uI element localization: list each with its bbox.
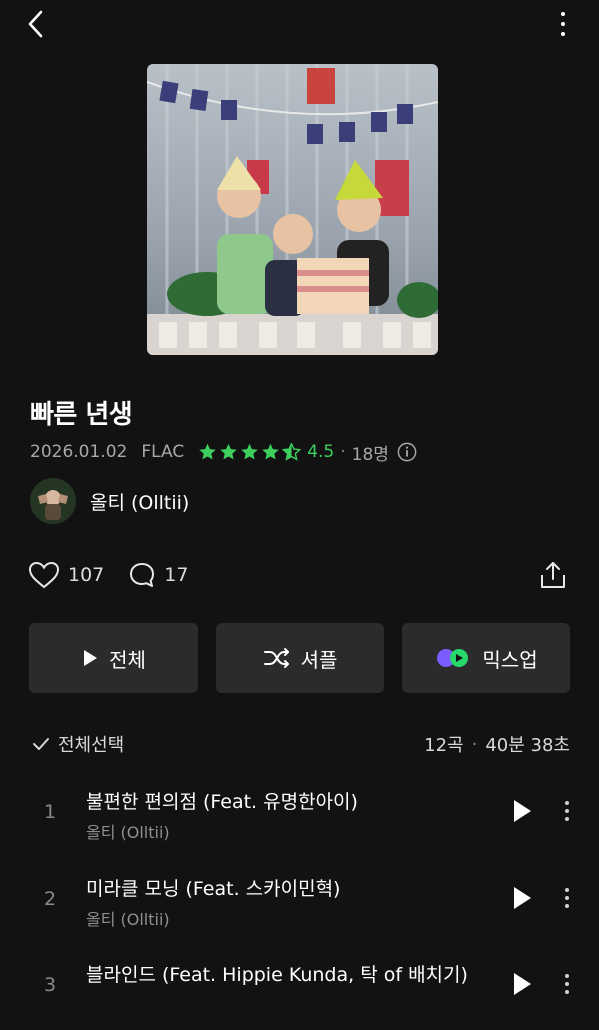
shuffle-label: 셔플 xyxy=(300,647,338,672)
track-number: 2 xyxy=(43,888,57,910)
play-all-button[interactable]: 전체 xyxy=(29,623,198,693)
track-play-button[interactable] xyxy=(509,797,535,825)
info-icon[interactable] xyxy=(397,442,417,462)
comment-icon[interactable] xyxy=(128,561,156,589)
track-title: 블라인드 (Feat. Hippie Kunda, 탁 of 배치기) xyxy=(86,964,468,986)
shuffle-button[interactable]: 셔플 xyxy=(216,623,384,693)
back-button[interactable] xyxy=(22,8,52,40)
rating-stars xyxy=(198,443,302,461)
shuffle-icon xyxy=(263,648,289,668)
track-artist: 올티 (Olltii) xyxy=(86,823,170,842)
comment-count: 17 xyxy=(164,564,189,586)
artist-name[interactable]: 올티 (Olltii) xyxy=(90,488,189,515)
rating-count: 18명 xyxy=(351,444,389,465)
top-bar xyxy=(0,0,599,48)
star-icon xyxy=(262,443,279,460)
track-more-button[interactable] xyxy=(556,970,578,998)
select-all-toggle[interactable]: 전체선택 xyxy=(32,731,124,757)
mixup-icon xyxy=(437,649,469,667)
track-more-button[interactable] xyxy=(556,797,578,825)
artist-row[interactable]: 올티 (Olltii) xyxy=(30,477,189,525)
track-row[interactable]: 2 미라클 모닝 (Feat. 스카이민혁) 올티 (Olltii) xyxy=(0,864,599,944)
heart-icon[interactable] xyxy=(28,561,60,589)
play-all-label: 전체 xyxy=(109,647,146,672)
track-row[interactable]: 1 불편한 편의점 (Feat. 유명한아이) 올티 (Olltii) xyxy=(0,777,599,857)
album-cover xyxy=(147,64,438,355)
share-button[interactable] xyxy=(538,559,568,591)
audio-format: FLAC xyxy=(141,442,185,462)
share-icon xyxy=(541,562,565,588)
star-icon xyxy=(220,443,237,460)
like-count: 107 xyxy=(68,564,105,586)
social-row: 107 17 xyxy=(28,559,188,591)
checkmark-icon xyxy=(33,738,49,750)
track-title: 불편한 편의점 (Feat. 유명한아이) xyxy=(86,791,358,813)
mixup-button[interactable]: 믹스업 xyxy=(402,623,570,693)
play-icon xyxy=(84,650,98,666)
track-play-button[interactable] xyxy=(509,884,535,912)
total-duration: 40분 38초 xyxy=(485,735,570,756)
track-number: 3 xyxy=(43,974,57,996)
more-options-button[interactable] xyxy=(550,8,576,40)
select-all-label: 전체선택 xyxy=(58,735,125,756)
track-more-button[interactable] xyxy=(556,884,578,912)
star-half-icon xyxy=(282,443,302,461)
release-date: 2026.01.02 xyxy=(30,442,128,462)
star-icon xyxy=(241,443,258,460)
album-meta: 2026.01.02 FLAC 4.5 · 18명 xyxy=(30,440,417,465)
track-number: 1 xyxy=(43,801,57,823)
artist-avatar xyxy=(30,478,76,524)
mixup-label: 믹스업 xyxy=(482,647,538,672)
album-title: 빠른 년생 xyxy=(30,400,133,430)
rating-value: 4.5 xyxy=(307,442,335,462)
tracklist-summary: 12곡 · 40분 38초 xyxy=(424,731,570,757)
track-count: 12곡 xyxy=(424,735,464,756)
track-artist: 올티 (Olltii) xyxy=(86,910,170,929)
track-title: 미라클 모닝 (Feat. 스카이민혁) xyxy=(86,878,341,900)
track-play-button[interactable] xyxy=(509,970,535,998)
back-arrow-icon xyxy=(28,10,43,38)
track-row[interactable]: 3 블라인드 (Feat. Hippie Kunda, 탁 of 배치기) xyxy=(0,950,599,1030)
star-icon xyxy=(199,443,216,460)
